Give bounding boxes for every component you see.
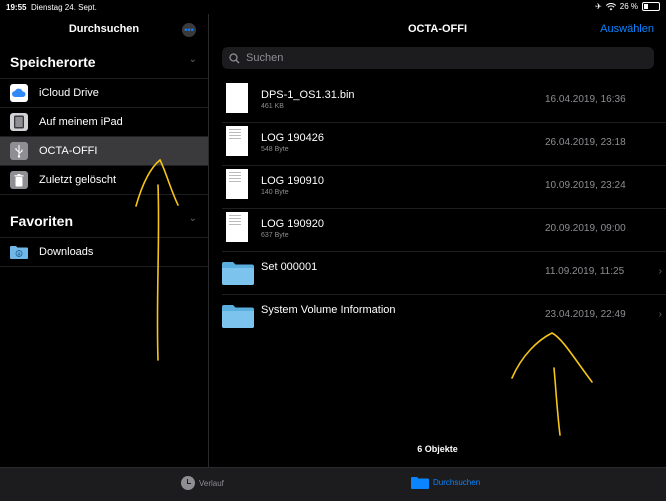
file-size: 140 Byte xyxy=(261,189,289,196)
sidebar-title: Durchsuchen xyxy=(68,23,140,35)
favorites-list: Downloads xyxy=(0,237,208,267)
section-favorites-title: Favoriten xyxy=(10,213,74,229)
sidebar-item-icloud-drive[interactable]: iCloud Drive xyxy=(0,79,208,108)
section-locations-header[interactable]: Speicherorte ⌄ xyxy=(0,44,208,78)
chevron-down-icon: ⌄ xyxy=(188,54,197,65)
file-date: 26.04.2019, 23:18 xyxy=(545,137,626,148)
file-icon xyxy=(226,83,248,113)
trash-icon xyxy=(10,171,28,189)
file-size: 461 KB xyxy=(261,103,284,110)
battery-percent: 26 % xyxy=(619,2,638,11)
file-name: LOG 190920 xyxy=(261,218,324,230)
sidebar-item-label: OCTA-OFFI xyxy=(39,145,98,157)
file-date: 20.09.2019, 09:00 xyxy=(545,223,626,234)
file-row-log-190920[interactable]: LOG 190920 637 Byte 20.09.2019, 09:00 xyxy=(222,209,666,252)
sidebar-item-label: Downloads xyxy=(39,246,94,258)
item-count: 6 Objekte xyxy=(417,444,458,454)
tab-recents[interactable]: Verlauf xyxy=(181,476,224,490)
section-favorites-header[interactable]: Favoriten ⌄ xyxy=(0,203,208,237)
sidebar-header: Durchsuchen ••• xyxy=(0,14,208,44)
status-time: 19:55 xyxy=(6,3,27,12)
status-bar: 19:55 Dienstag 24. Sept. ✈ 26 % xyxy=(0,0,666,14)
ellipsis-icon: ••• xyxy=(184,24,194,35)
folder-icon xyxy=(222,262,254,285)
folder-icon xyxy=(222,305,254,328)
folder-name: Set 000001 xyxy=(261,261,318,273)
usb-icon xyxy=(10,142,28,160)
wifi-icon xyxy=(605,2,616,10)
clock-icon xyxy=(181,476,195,490)
main-pane: OCTA-OFFI Auswählen DPS-1_OS1.31.bin 461… xyxy=(209,14,666,467)
icloud-icon xyxy=(10,84,28,102)
file-list: DPS-1_OS1.31.bin 461 KB 16.04.2019, 16:3… xyxy=(222,80,666,337)
status-date: Dienstag 24. Sept. xyxy=(31,3,97,12)
file-row-dps[interactable]: DPS-1_OS1.31.bin 461 KB 16.04.2019, 16:3… xyxy=(222,80,666,123)
status-right: ✈ 26 % xyxy=(595,2,660,11)
sidebar-item-octa-offi[interactable]: OCTA-OFFI xyxy=(0,137,208,166)
sidebar-item-recently-deleted[interactable]: Zuletzt gelöscht xyxy=(0,166,208,195)
sidebar-item-label: Auf meinem iPad xyxy=(39,116,123,128)
chevron-down-icon: ⌄ xyxy=(188,213,197,224)
chevron-right-icon: › xyxy=(658,266,662,277)
ipad-icon xyxy=(10,113,28,131)
tab-label: Durchsuchen xyxy=(433,478,481,487)
folder-row-system-volume-information[interactable]: System Volume Information 23.04.2019, 22… xyxy=(222,295,666,337)
sidebar-item-downloads[interactable]: Downloads xyxy=(0,238,208,267)
search-bar[interactable] xyxy=(222,47,654,69)
document-icon xyxy=(226,169,248,199)
sidebar-item-on-my-ipad[interactable]: Auf meinem iPad xyxy=(0,108,208,137)
search-input[interactable] xyxy=(244,51,628,65)
file-name: LOG 190426 xyxy=(261,132,324,144)
file-date: 10.09.2019, 23:24 xyxy=(545,180,626,191)
document-icon xyxy=(226,212,248,242)
file-date: 16.04.2019, 16:36 xyxy=(545,94,626,105)
file-row-log-190426[interactable]: LOG 190426 548 Byte 26.04.2019, 23:18 xyxy=(222,123,666,166)
chevron-right-icon: › xyxy=(658,309,662,320)
battery-icon xyxy=(642,2,660,11)
file-size: 637 Byte xyxy=(261,232,289,239)
sidebar: Durchsuchen ••• Speicherorte ⌄ iCloud Dr… xyxy=(0,14,209,467)
locations-list: iCloud Drive Auf meinem iPad OCTA-OFFI Z… xyxy=(0,78,208,195)
tab-label: Verlauf xyxy=(199,478,224,488)
select-button[interactable]: Auswählen xyxy=(600,23,654,35)
page-title: OCTA-OFFI xyxy=(407,23,468,35)
airplane-icon: ✈ xyxy=(595,2,602,11)
file-name: DPS-1_OS1.31.bin xyxy=(261,89,355,101)
tab-browse[interactable]: Durchsuchen xyxy=(411,476,480,489)
main-header: OCTA-OFFI Auswählen xyxy=(209,14,666,44)
more-button[interactable]: ••• xyxy=(182,23,196,37)
file-size: 548 Byte xyxy=(261,146,289,153)
section-locations-title: Speicherorte xyxy=(10,54,96,70)
file-date: 23.04.2019, 22:49 xyxy=(545,309,626,320)
sidebar-item-label: iCloud Drive xyxy=(39,87,99,99)
file-date: 11.09.2019, 11:25 xyxy=(545,266,625,277)
folder-icon xyxy=(411,477,429,489)
file-name: LOG 190910 xyxy=(261,175,324,187)
folder-name: System Volume Information xyxy=(261,304,396,316)
file-row-log-190910[interactable]: LOG 190910 140 Byte 10.09.2019, 23:24 xyxy=(222,166,666,209)
folder-download-icon xyxy=(10,243,28,261)
search-icon xyxy=(229,52,240,63)
document-icon xyxy=(226,126,248,156)
tab-bar: Verlauf Durchsuchen xyxy=(0,467,666,501)
sidebar-item-label: Zuletzt gelöscht xyxy=(39,174,117,186)
folder-row-set-000001[interactable]: Set 000001 11.09.2019, 11:25 › xyxy=(222,252,666,295)
